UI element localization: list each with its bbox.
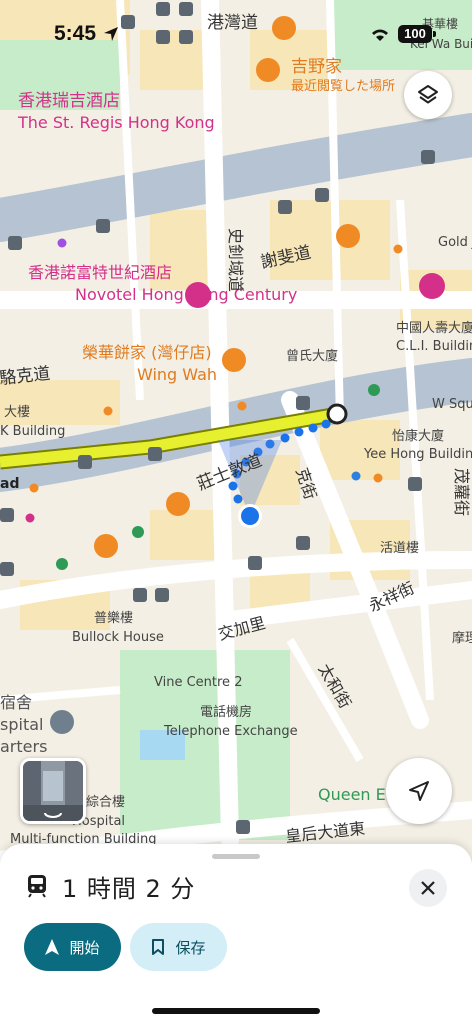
- place-label-novotel[interactable]: 香港諾富特世紀酒店: [28, 263, 172, 282]
- battery-tip: [433, 31, 436, 37]
- building-label: 活道樓: [380, 541, 419, 556]
- building-label: ad: [0, 476, 19, 492]
- building-label: Yee Hong Building: [363, 447, 472, 462]
- battery-indicator: 100: [398, 25, 432, 43]
- street-view-photo: [23, 761, 83, 821]
- save-button[interactable]: 保存: [130, 923, 227, 971]
- place-sublabel-yoshinoya: 最近閲覧した場所: [291, 78, 395, 94]
- close-button[interactable]: [409, 869, 447, 907]
- start-button-label: 開始: [69, 938, 100, 957]
- building-label: spital: [0, 715, 43, 734]
- building-label: K Building: [0, 424, 65, 439]
- building-label: 中國人壽大廈: [396, 320, 472, 336]
- building-label: W Squ: [432, 397, 472, 412]
- wifi-icon: [372, 29, 388, 41]
- navigation-icon: [45, 939, 60, 955]
- place-label-st-regis[interactable]: 香港瑞吉酒店: [18, 91, 120, 111]
- start-button[interactable]: 開始: [24, 923, 121, 971]
- recenter-button[interactable]: [386, 758, 452, 824]
- building-label: 普樂樓: [94, 610, 133, 626]
- sheet-drag-handle[interactable]: [212, 854, 260, 859]
- street-view-thumbnail[interactable]: [20, 758, 86, 824]
- place-label-wing-wah[interactable]: 榮華餅家 (灣仔店): [82, 343, 212, 362]
- street-label: 史釗域道: [226, 228, 245, 292]
- close-icon: [421, 881, 435, 895]
- place-label-queen-el[interactable]: Queen El: [318, 785, 390, 804]
- building-label: arters: [0, 737, 47, 756]
- status-bar: 5:45 100: [0, 0, 472, 64]
- duration-text: 1 時間 2 分: [62, 874, 196, 903]
- status-time: 5:45: [54, 22, 97, 45]
- layers-button[interactable]: [404, 71, 452, 119]
- building-label: 電話機房: [200, 704, 252, 720]
- building-label: 宿舍: [0, 693, 32, 712]
- place-sublabel-st-regis: The St. Regis Hong Kong: [17, 113, 215, 132]
- transit-icon: [28, 875, 46, 898]
- route-bottom-sheet[interactable]: 1 時間 2 分 開始 保存: [0, 844, 472, 1024]
- street-label: 茂蘿街: [452, 468, 471, 516]
- location-arrow-icon: [104, 27, 118, 41]
- place-sublabel-novotel: Novotel Hong Kong Century: [75, 285, 297, 304]
- building-label: Telephone Exchange: [163, 724, 298, 739]
- route-duration: 1 時間 2 分: [26, 870, 196, 903]
- layers-icon: [418, 85, 438, 104]
- place-sublabel-wing-wah: Wing Wah: [137, 365, 217, 384]
- building-label: Gold J: [438, 235, 472, 250]
- building-label: 怡康大廈: [392, 428, 444, 444]
- building-label: C.L.I. Building: [396, 339, 472, 354]
- building-label: Vine Centre 2: [154, 675, 242, 690]
- navigation-arrow-icon: [409, 781, 429, 801]
- building-label: 摩理: [452, 630, 472, 646]
- building-label: 曾氏大廈: [286, 348, 338, 364]
- building-label: Bullock House: [72, 630, 164, 645]
- save-button-label: 保存: [175, 938, 206, 957]
- building-label: 綜合樓: [86, 795, 125, 810]
- building-label: 大樓: [4, 405, 30, 420]
- home-indicator: [152, 1008, 320, 1014]
- bookmark-icon: [152, 939, 165, 955]
